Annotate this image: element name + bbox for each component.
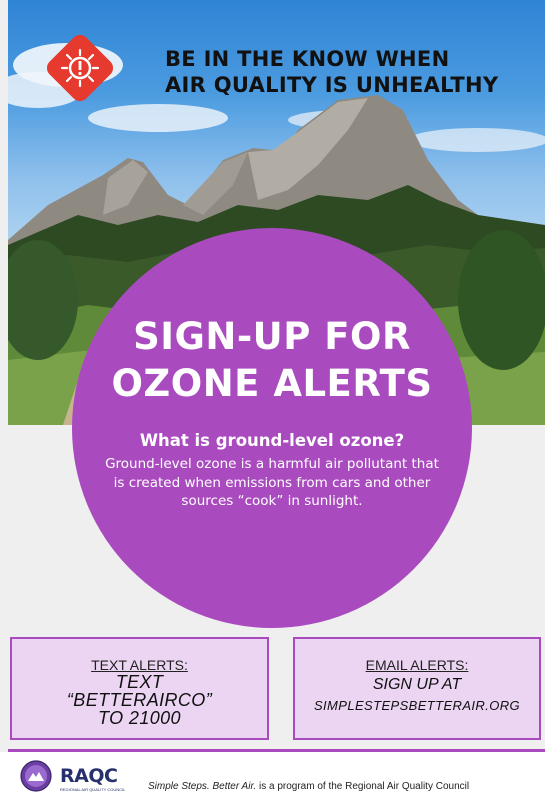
poster: BE IN THE KNOW WHEN AIR QUALITY IS UNHEA… [0, 0, 545, 798]
signup-title-line-1: SIGN-UP FOR [133, 315, 411, 358]
text-alerts-box: TEXT ALERTS: TEXT “BETTERAIRCO” TO 21000 [10, 637, 269, 740]
headline-line-2: AIR QUALITY IS UNHEALTHY [165, 73, 499, 97]
signup-circle [72, 228, 472, 628]
simple-steps-seal-icon [20, 760, 52, 792]
email-alerts-url[interactable]: SIMPLESTEPSBETTERAIR.ORG [295, 698, 539, 713]
signup-title-line-2: OZONE ALERTS [111, 362, 433, 405]
text-alerts-line-1: TEXT [115, 672, 164, 692]
raqc-logo: RAQC [60, 765, 118, 787]
tagline-rest: is a program of the Regional Air Quality… [256, 781, 470, 792]
tagline-program-name: Simple Steps. Better Air. [148, 781, 257, 792]
text-alerts-label: TEXT ALERTS: [91, 657, 188, 673]
text-alerts-number: TO 21000 [98, 708, 181, 728]
signup-title: SIGN-UP FOR OZONE ALERTS [72, 313, 472, 407]
ozone-question: What is ground-level ozone? [139, 431, 405, 450]
email-alerts-label: EMAIL ALERTS: [365, 657, 469, 673]
footer-tagline: Simple Steps. Better Air. is a program o… [148, 781, 469, 792]
sun-warning-icon [46, 34, 114, 102]
raqc-logo-subtext: REGIONAL AIR QUALITY COUNCIL [60, 787, 126, 792]
email-alerts-box: EMAIL ALERTS: SIGN UP AT SIMPLESTEPSBETT… [293, 637, 541, 740]
email-alerts-line-1: SIGN UP AT [372, 676, 462, 693]
text-alerts-keyword: “BETTERAIRCO” [66, 690, 213, 710]
headline-line-1: BE IN THE KNOW WHEN [165, 47, 450, 71]
ozone-answer: Ground-level ozone is a harmful air poll… [105, 456, 439, 509]
headline: BE IN THE KNOW WHEN AIR QUALITY IS UNHEA… [165, 46, 535, 98]
